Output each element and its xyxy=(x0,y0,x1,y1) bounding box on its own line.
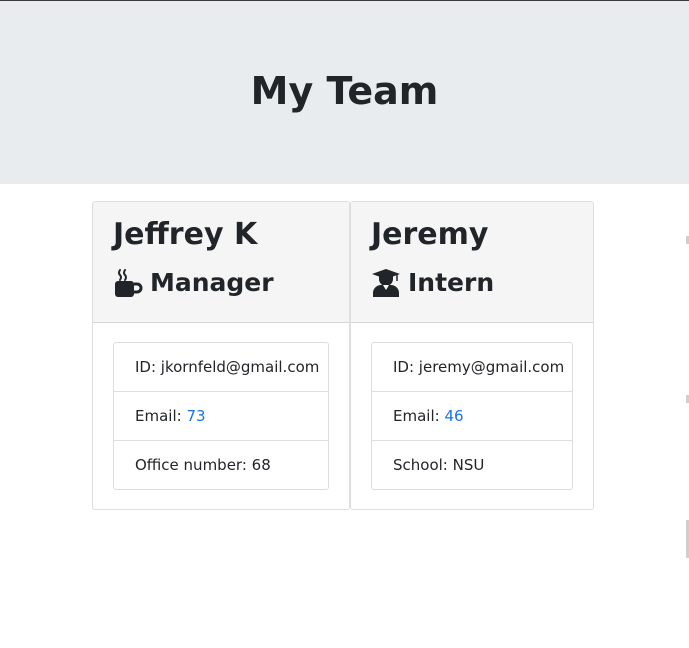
email-link[interactable]: 46 xyxy=(444,407,463,425)
employee-role: Manager xyxy=(113,266,274,300)
card-header: Jeremy Intern xyxy=(351,202,593,323)
id-label: ID: xyxy=(393,358,419,376)
team-header: My Team xyxy=(0,0,689,184)
page: My Team Jeffrey K Manager ID: jkornfeld@… xyxy=(0,0,689,648)
id-value: jeremy@gmail.com xyxy=(418,358,565,376)
email-row: Email: 46 xyxy=(372,392,572,441)
card-header: Jeffrey K Manager xyxy=(93,202,349,323)
school-row: School: NSU xyxy=(372,441,572,489)
employee-details-list: ID: jeremy@gmail.com Email: 46 School: N… xyxy=(371,342,573,490)
email-label: Email: xyxy=(393,407,445,425)
employee-card-manager: Jeffrey K Manager ID: jkornfeld@gmail.co… xyxy=(92,201,350,510)
role-label: Manager xyxy=(150,268,274,297)
email-row: Email: 73 xyxy=(114,392,328,441)
id-row: ID: jkornfeld@gmail.com xyxy=(114,343,328,392)
school-label: School: xyxy=(393,456,453,474)
office-number-row: Office number: 68 xyxy=(114,441,328,489)
email-link[interactable]: 73 xyxy=(186,407,205,425)
office-number-label: Office number: xyxy=(135,456,252,474)
id-label: ID: xyxy=(135,358,161,376)
coffee-mug-icon xyxy=(113,268,143,298)
employee-details-list: ID: jkornfeld@gmail.com Email: 73 Office… xyxy=(113,342,329,490)
role-label: Intern xyxy=(408,268,495,297)
employee-card-intern: Jeremy Intern ID: jeremy@gmail.com Email… xyxy=(350,201,594,510)
id-row: ID: jeremy@gmail.com xyxy=(372,343,572,392)
employee-name: Jeffrey K xyxy=(113,217,258,252)
page-title: My Team xyxy=(250,69,439,113)
school-value: NSU xyxy=(452,456,485,474)
graduate-icon xyxy=(371,268,401,298)
employee-role: Intern xyxy=(371,266,494,300)
id-value: jkornfeld@gmail.com xyxy=(160,358,320,376)
office-number-value: 68 xyxy=(251,456,271,474)
employee-name: Jeremy xyxy=(371,217,489,252)
email-label: Email: xyxy=(135,407,187,425)
